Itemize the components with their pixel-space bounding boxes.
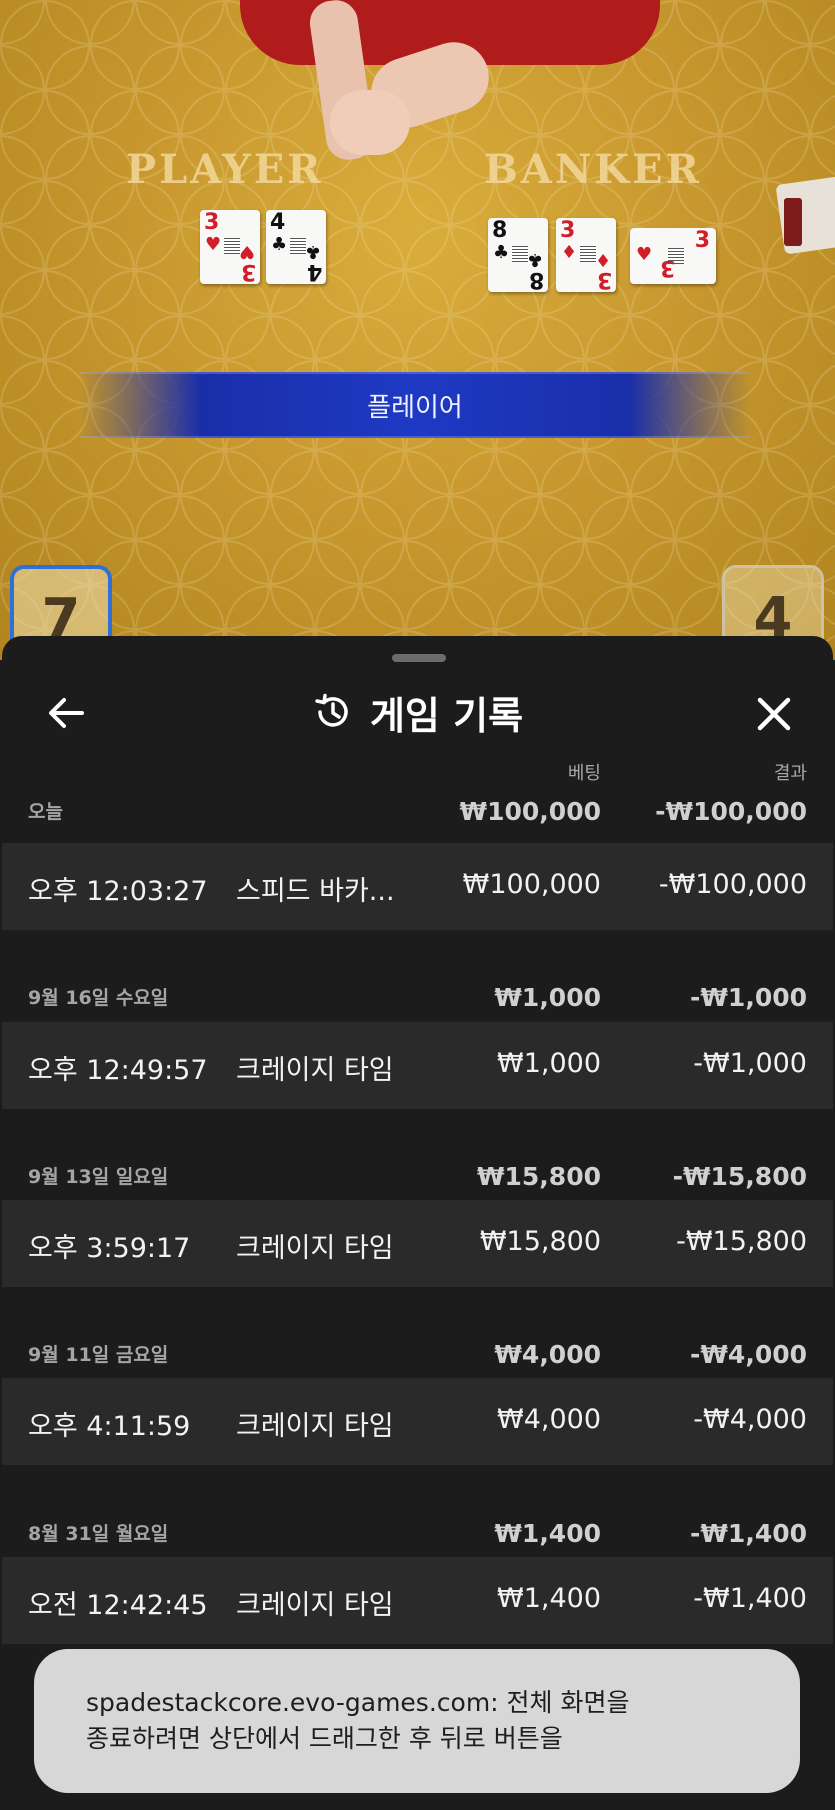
close-button[interactable] [748,688,800,740]
row-result: -₩1,400 [693,1583,807,1614]
date-group-header: 8월 31일 월요일 ₩1,400 -₩1,400 [2,1496,833,1556]
card-rank: 3 [694,228,710,253]
group-result-total: -₩1,400 [689,1519,807,1548]
row-result: -₩1,000 [693,1048,807,1079]
group-bet-total: ₩15,800 [476,1162,601,1191]
drag-handle[interactable] [392,654,446,662]
row-time: 오전 12:42:45 [28,1590,208,1621]
card-barcode [580,246,596,262]
card-barcode [224,238,240,254]
history-row[interactable]: 오후 4:11:59 크레이지 타임 ₩4,000 -₩4,000 [2,1378,833,1465]
group-result-total: -₩1,000 [689,983,807,1012]
player-label: PLAYER [126,146,324,193]
row-time: 오후 12:03:27 [28,876,208,907]
card-rank: 3 [240,259,256,284]
group-date: 9월 16일 수요일 [28,987,169,1009]
row-bet: ₩100,000 [462,869,601,900]
date-group-header: 9월 13일 일요일 ₩15,800 -₩15,800 [2,1139,833,1199]
card-rank: 4 [270,210,286,235]
card-suit: ♥ [636,244,653,265]
fullscreen-toast: spadestackcore.evo-games.com: 전체 화면을 종료하… [34,1649,800,1793]
card-suit: ♣ [304,241,321,262]
row-bet: ₩15,800 [479,1226,601,1257]
banker-label: BANKER [484,146,702,193]
group-bet-total: ₩100,000 [459,797,601,826]
banker-card-sideways: 3 ♥ 3 [630,228,716,284]
row-result: -₩15,800 [676,1226,807,1257]
sheet-header: 게임 기록 [2,682,833,742]
card-suit: ♦ [561,242,578,263]
row-time: 오후 12:49:57 [28,1055,208,1086]
card-shoe-cards [784,198,802,246]
toast-line: spadestackcore.evo-games.com: 전체 화면을 [86,1688,630,1717]
date-group-header: 9월 11일 금요일 ₩4,000 -₩4,000 [2,1317,833,1377]
group-date: 9월 13일 일요일 [28,1166,169,1188]
result-text: 플레이어 [367,392,463,423]
card-suit: ♥ [205,234,222,255]
group-result-total: -₩4,000 [689,1340,807,1369]
card-rank: 3 [596,267,612,292]
player-card: 3 ♥ ♥ 3 [200,210,260,284]
row-result: -₩100,000 [658,869,807,900]
card-suit: ♣ [526,249,543,270]
row-time: 오후 4:11:59 [28,1411,191,1442]
banker-card: 3 ♦ ♦ 3 [556,218,616,292]
row-game: 크레이지 타임 [236,1055,394,1086]
row-bet: ₩1,400 [497,1583,601,1614]
card-rank: 8 [492,218,508,243]
card-rank: 8 [528,267,544,292]
banker-card: 8 ♣ ♣ 8 [488,218,548,292]
history-row[interactable]: 오후 3:59:17 크레이지 타임 ₩15,800 -₩15,800 [2,1200,833,1287]
result-banner: 플레이어 [80,372,750,438]
row-game: 크레이지 타임 [236,1411,394,1442]
history-row[interactable]: 오후 12:49:57 크레이지 타임 ₩1,000 -₩1,000 [2,1022,833,1109]
card-barcode [512,246,528,262]
history-icon [315,693,348,727]
close-icon [757,697,791,731]
group-date: 8월 31일 월요일 [28,1523,169,1545]
row-result: -₩4,000 [693,1404,807,1435]
history-row[interactable]: 오전 12:42:45 크레이지 타임 ₩1,400 -₩1,400 [2,1557,833,1644]
game-history-sheet: 게임 기록 베팅 결과 오늘 ₩100,000 -₩100,000 오후 12:… [2,636,833,1810]
group-result-total: -₩15,800 [672,1162,807,1191]
history-row[interactable]: 오후 12:03:27 스피드 바카... ₩100,000 -₩100,000 [2,843,833,930]
toast-message: spadestackcore.evo-games.com: 전체 화면을 종료하… [86,1685,748,1757]
date-group-header: 9월 16일 수요일 ₩1,000 -₩1,000 [2,960,833,1020]
group-bet-total: ₩4,000 [494,1340,601,1369]
row-bet: ₩4,000 [497,1404,601,1435]
row-game: 스피드 바카... [236,876,395,907]
group-result-total: -₩100,000 [655,797,807,826]
row-time: 오후 3:59:17 [28,1233,191,1264]
dealer-hands [330,90,410,155]
card-rank: 3 [204,210,220,235]
toast-line: 종료하려면 상단에서 드래그한 후 뒤로 버튼을 [86,1724,563,1753]
card-barcode [290,238,306,254]
group-bet-total: ₩1,000 [494,983,601,1012]
row-bet: ₩1,000 [497,1048,601,1079]
card-rank: 3 [660,255,676,280]
live-game-video: PLAYER BANKER 3 ♥ ♥ 3 4 ♣ ♣ 4 8 ♣ ♣ 8 3 … [0,0,835,660]
card-suit: ♥ [238,241,255,262]
sheet-title: 게임 기록 [369,693,524,738]
date-group-header: 오늘 ₩100,000 -₩100,000 [2,774,833,834]
group-bet-total: ₩1,400 [494,1519,601,1548]
card-suit: ♦ [594,249,611,270]
card-rank: 4 [306,259,322,284]
card-suit: ♣ [271,234,288,255]
card-suit: ♣ [493,242,510,263]
player-card: 4 ♣ ♣ 4 [266,210,326,284]
row-game: 크레이지 타임 [236,1233,394,1264]
row-game: 크레이지 타임 [236,1590,394,1621]
group-date: 9월 11일 금요일 [28,1344,169,1366]
group-date: 오늘 [28,801,63,823]
card-rank: 3 [560,218,576,243]
